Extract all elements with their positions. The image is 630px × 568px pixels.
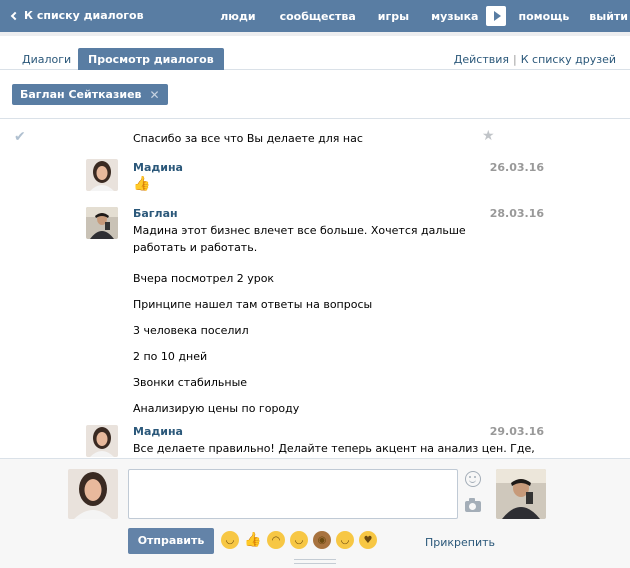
close-icon[interactable]: ✕: [150, 88, 160, 102]
play-button[interactable]: [486, 6, 507, 26]
back-label: К списку диалогов: [24, 9, 144, 22]
message-line: Звонки стабильные: [133, 376, 248, 389]
top-bar: К списку диалогов люди сообщества игры м…: [0, 0, 630, 32]
nav-help[interactable]: помощь: [518, 10, 569, 23]
actions-separator: |: [513, 53, 517, 66]
upside-down-emoji-icon[interactable]: ◠: [267, 531, 285, 549]
recipient-name: Баглан Сейткaзиев: [20, 88, 142, 101]
nav-music[interactable]: музыка: [431, 10, 478, 23]
sender-name[interactable]: Мадина: [133, 425, 183, 438]
tabs-bar: Диалоги Просмотр диалогов Действия | К спи…: [0, 36, 630, 70]
chevron-left-icon: [10, 11, 20, 20]
messages-list: ✔ Спасибо за все что Вы делаете для нас …: [0, 119, 630, 459]
sender-name[interactable]: Мадина: [133, 161, 183, 174]
thumbs-up-icon[interactable]: 👍: [244, 531, 262, 549]
back-to-dialogs-link[interactable]: К списку диалогов: [10, 9, 144, 22]
avatar-madina-icon: [68, 469, 118, 519]
send-button[interactable]: Отправить: [128, 528, 214, 554]
monkey-emoji-icon[interactable]: ◉: [313, 531, 331, 549]
thumbs-up-icon: 👍: [133, 176, 151, 192]
avatar-madina-icon: [86, 159, 118, 191]
composer: Отправить ◡ 👍 ◠ ◡ ◉ ◡ ♥ Прикрепить: [0, 458, 630, 568]
message-date: 26.03.16: [489, 161, 544, 174]
recipient-filter-chip[interactable]: Баглан Сейткaзиев ✕: [12, 84, 168, 105]
grin-emoji-icon[interactable]: ◡: [221, 531, 239, 549]
check-icon: ✔: [14, 129, 26, 145]
smile-icon[interactable]: [465, 471, 481, 487]
message-line: 3 человека поселил: [133, 324, 249, 337]
message-line: 2 по 10 дней: [133, 350, 208, 363]
nav-games[interactable]: игры: [378, 10, 409, 23]
resize-handle[interactable]: [294, 559, 336, 564]
message-date: 28.03.16: [489, 207, 544, 220]
avatar[interactable]: [496, 469, 546, 519]
play-icon: [493, 11, 501, 21]
smile-emoji-icon[interactable]: ◡: [336, 531, 354, 549]
laugh-emoji-icon[interactable]: ◡: [290, 531, 308, 549]
camera-icon[interactable]: [465, 498, 481, 512]
message-text: Все делаете правильно! Делайте теперь ак…: [133, 442, 535, 455]
avatar-baglan-icon: [496, 469, 546, 519]
actions-link[interactable]: Действия: [454, 53, 509, 66]
avatar[interactable]: [86, 425, 118, 457]
message-line: Принципе нашел там ответы на вопросы: [133, 298, 373, 311]
star-icon[interactable]: ★: [482, 128, 495, 144]
nav-logout[interactable]: выйти: [589, 10, 628, 23]
kiss-emoji-icon[interactable]: ♥: [359, 531, 377, 549]
message-line: Анализирую цены по городу: [133, 402, 300, 415]
avatar-baglan-icon: [86, 207, 118, 239]
top-nav: люди сообщества игры музыка помощь выйти: [220, 0, 630, 32]
nav-communities[interactable]: сообщества: [280, 10, 356, 23]
avatar[interactable]: [86, 159, 118, 191]
tab-actions: Действия | К списку друзей: [454, 53, 616, 66]
avatar[interactable]: [68, 469, 118, 519]
message-input[interactable]: [128, 469, 458, 519]
message-line: Вчера посмотрел 2 урок: [133, 272, 275, 285]
friends-link[interactable]: К списку друзей: [521, 53, 616, 66]
tab-view-dialogs[interactable]: Просмотр диалогов: [78, 48, 224, 70]
message-text: Мадина этот бизнес влечет все больше. Хо…: [133, 224, 466, 254]
sender-name[interactable]: Баглан: [133, 207, 178, 220]
avatar[interactable]: [86, 207, 118, 239]
message-date: 29.03.16: [489, 425, 544, 438]
avatar-madina-icon: [86, 425, 118, 457]
attach-link[interactable]: Прикрепить: [425, 536, 495, 549]
message-text: Спасибо за все что Вы делаете для нас: [133, 132, 363, 145]
nav-people[interactable]: люди: [220, 10, 255, 23]
tab-dialogs[interactable]: Диалоги: [12, 48, 81, 70]
emoji-bar: ◡ 👍 ◠ ◡ ◉ ◡ ♥: [221, 531, 377, 549]
